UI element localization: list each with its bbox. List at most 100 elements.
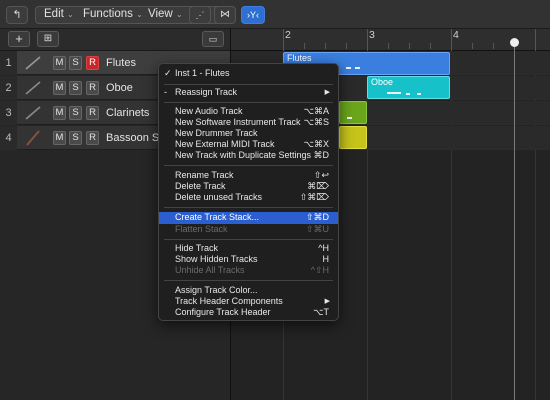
menu-item-shortcut: ⌥⌘A — [303, 106, 329, 116]
mute-button[interactable]: M — [53, 106, 66, 120]
menu-item-unhide-all-tracks[interactable]: Unhide All Tracks ^⇧H — [159, 265, 338, 276]
ruler-tick — [346, 43, 347, 49]
add-track-icon[interactable]: + — [8, 31, 30, 47]
track-context-menu: ✓ Inst 1 - Flutes - Reassign Track ▶ New… — [158, 63, 339, 321]
menu-item-shortcut: ⌥⌘S — [303, 117, 329, 127]
menu-item-shortcut: ⌘D — [313, 150, 330, 160]
bassoon-icon — [26, 130, 40, 146]
menu-item-flatten-stack[interactable]: Flatten Stack ⇧⌘U — [159, 224, 338, 235]
menu-item-shortcut: ⌥T — [313, 307, 329, 317]
clarinet-icon — [25, 106, 41, 120]
midi-region[interactable]: Oboe — [367, 76, 450, 99]
mute-button[interactable]: M — [53, 81, 66, 95]
bar-number: 3 — [369, 29, 375, 41]
menu-item-shortcut: ⌥⌘X — [303, 139, 329, 149]
submenu-arrow-icon: ▶ — [324, 89, 330, 96]
global-tracks-icon[interactable]: ▭ — [202, 31, 224, 47]
menu-item-rename-track[interactable]: Rename Track ⇧↩ — [159, 170, 338, 181]
track-number: 2 — [0, 76, 17, 100]
track-name: Oboe — [106, 82, 133, 94]
flute-icon — [25, 56, 41, 70]
menu-item-new-track-duplicate-settings[interactable]: New Track with Duplicate Settings ⌘D — [159, 150, 338, 161]
menu-item-new-drummer-track[interactable]: New Drummer Track — [159, 128, 338, 139]
menu-item-shortcut: ⇧⌘U — [305, 224, 329, 234]
ruler-tick — [535, 29, 536, 51]
track-name: Flutes — [106, 57, 136, 69]
menu-item-new-external-midi-track[interactable]: New External MIDI Track ⌥⌘X — [159, 139, 338, 150]
menu-item-create-track-stack[interactable]: Create Track Stack... ⇧⌘D — [159, 212, 338, 224]
view-menu[interactable]: View ⌄ — [148, 6, 183, 24]
menu-item-inst[interactable]: ✓ Inst 1 - Flutes — [159, 68, 338, 79]
automation-icon[interactable]: ⋰ — [189, 6, 211, 24]
ruler-tick — [451, 29, 452, 51]
functions-menu-label: Functions — [83, 8, 133, 20]
ruler-tick — [325, 43, 326, 49]
ruler-tick — [304, 43, 305, 49]
catch-playhead-icon[interactable]: ›Y‹ — [241, 6, 265, 24]
menu-item-label: New Software Instrument Track — [175, 117, 301, 127]
menu-separator — [164, 280, 333, 281]
menu-separator — [164, 102, 333, 103]
region-name: Oboe — [371, 77, 394, 87]
menu-item-shortcut: H — [322, 254, 330, 264]
functions-menu[interactable]: Functions ⌄ — [83, 6, 143, 24]
menu-item-new-software-instrument-track[interactable]: New Software Instrument Track ⌥⌘S — [159, 117, 338, 128]
menu-item-label: Inst 1 - Flutes — [175, 68, 230, 78]
menu-item-label: New Drummer Track — [175, 128, 258, 138]
midi-note — [347, 117, 352, 119]
edit-menu[interactable]: Edit ⌄ — [44, 6, 74, 24]
menu-item-label: Delete Track — [175, 181, 226, 191]
menu-item-reassign-track[interactable]: - Reassign Track ▶ — [159, 87, 338, 98]
menu-item-label: Delete unused Tracks — [175, 192, 263, 202]
chevron-down-icon: ⌄ — [136, 10, 143, 19]
record-enable-button[interactable]: R — [86, 81, 99, 95]
record-enable-button[interactable]: R — [86, 106, 99, 120]
menu-item-configure-track-header[interactable]: Configure Track Header ⌥T — [159, 307, 338, 318]
track-number: 1 — [0, 51, 17, 75]
menu-separator — [164, 84, 333, 85]
solo-button[interactable]: S — [69, 106, 82, 120]
menu-item-track-header-components[interactable]: Track Header Components ▶ — [159, 296, 338, 307]
midi-region[interactable] — [339, 126, 367, 149]
solo-button[interactable]: S — [69, 56, 82, 70]
menu-item-delete-unused-tracks[interactable]: Delete unused Tracks ⇧⌘⌦ — [159, 192, 338, 203]
record-enable-button[interactable]: R — [86, 56, 99, 70]
menu-item-label: Rename Track — [175, 170, 234, 180]
track-number: 4 — [0, 126, 17, 150]
bar-number: 2 — [285, 29, 291, 41]
menu-item-show-hidden-tracks[interactable]: Show Hidden Tracks H — [159, 254, 338, 265]
menu-item-assign-track-color[interactable]: Assign Track Color... — [159, 285, 338, 296]
back-icon[interactable]: ↰ — [6, 6, 28, 24]
menu-item-shortcut: ^⇧H — [310, 265, 329, 275]
menu-item-hide-track[interactable]: Hide Track ^H — [159, 243, 338, 254]
midi-note — [346, 67, 351, 69]
playhead-marker[interactable] — [510, 38, 519, 47]
edit-menu-label: Edit — [44, 8, 64, 20]
track-number: 3 — [0, 101, 17, 125]
chevron-down-icon: ⌄ — [175, 10, 183, 19]
menu-item-label: Show Hidden Tracks — [175, 254, 258, 264]
solo-button[interactable]: S — [69, 81, 82, 95]
view-menu-label: View — [148, 8, 173, 20]
bar-ruler[interactable]: 2 3 4 — [230, 29, 550, 51]
submenu-arrow-icon: ▶ — [324, 298, 330, 305]
solo-button[interactable]: S — [69, 131, 82, 145]
menu-item-label: Create Track Stack... — [175, 212, 260, 222]
menu-item-label: Track Header Components — [175, 296, 283, 306]
menu-item-shortcut: ⌘⌦ — [307, 181, 329, 191]
menu-item-label: Configure Track Header — [175, 307, 271, 317]
menu-item-new-audio-track[interactable]: New Audio Track ⌥⌘A — [159, 106, 338, 117]
menu-item-label: New External MIDI Track — [175, 139, 275, 149]
ruler-tick — [430, 43, 431, 49]
midi-region[interactable] — [339, 101, 367, 124]
duplicate-track-icon[interactable]: ⊞ — [37, 31, 59, 47]
record-enable-button[interactable]: R — [86, 131, 99, 145]
midi-note — [387, 92, 401, 94]
mute-button[interactable]: M — [53, 56, 66, 70]
flex-icon[interactable]: ⋈ — [214, 6, 236, 24]
menu-separator — [164, 165, 333, 166]
midi-note — [417, 93, 421, 95]
mute-button[interactable]: M — [53, 131, 66, 145]
menu-item-delete-track[interactable]: Delete Track ⌘⌦ — [159, 181, 338, 192]
bar-number: 4 — [453, 29, 459, 41]
